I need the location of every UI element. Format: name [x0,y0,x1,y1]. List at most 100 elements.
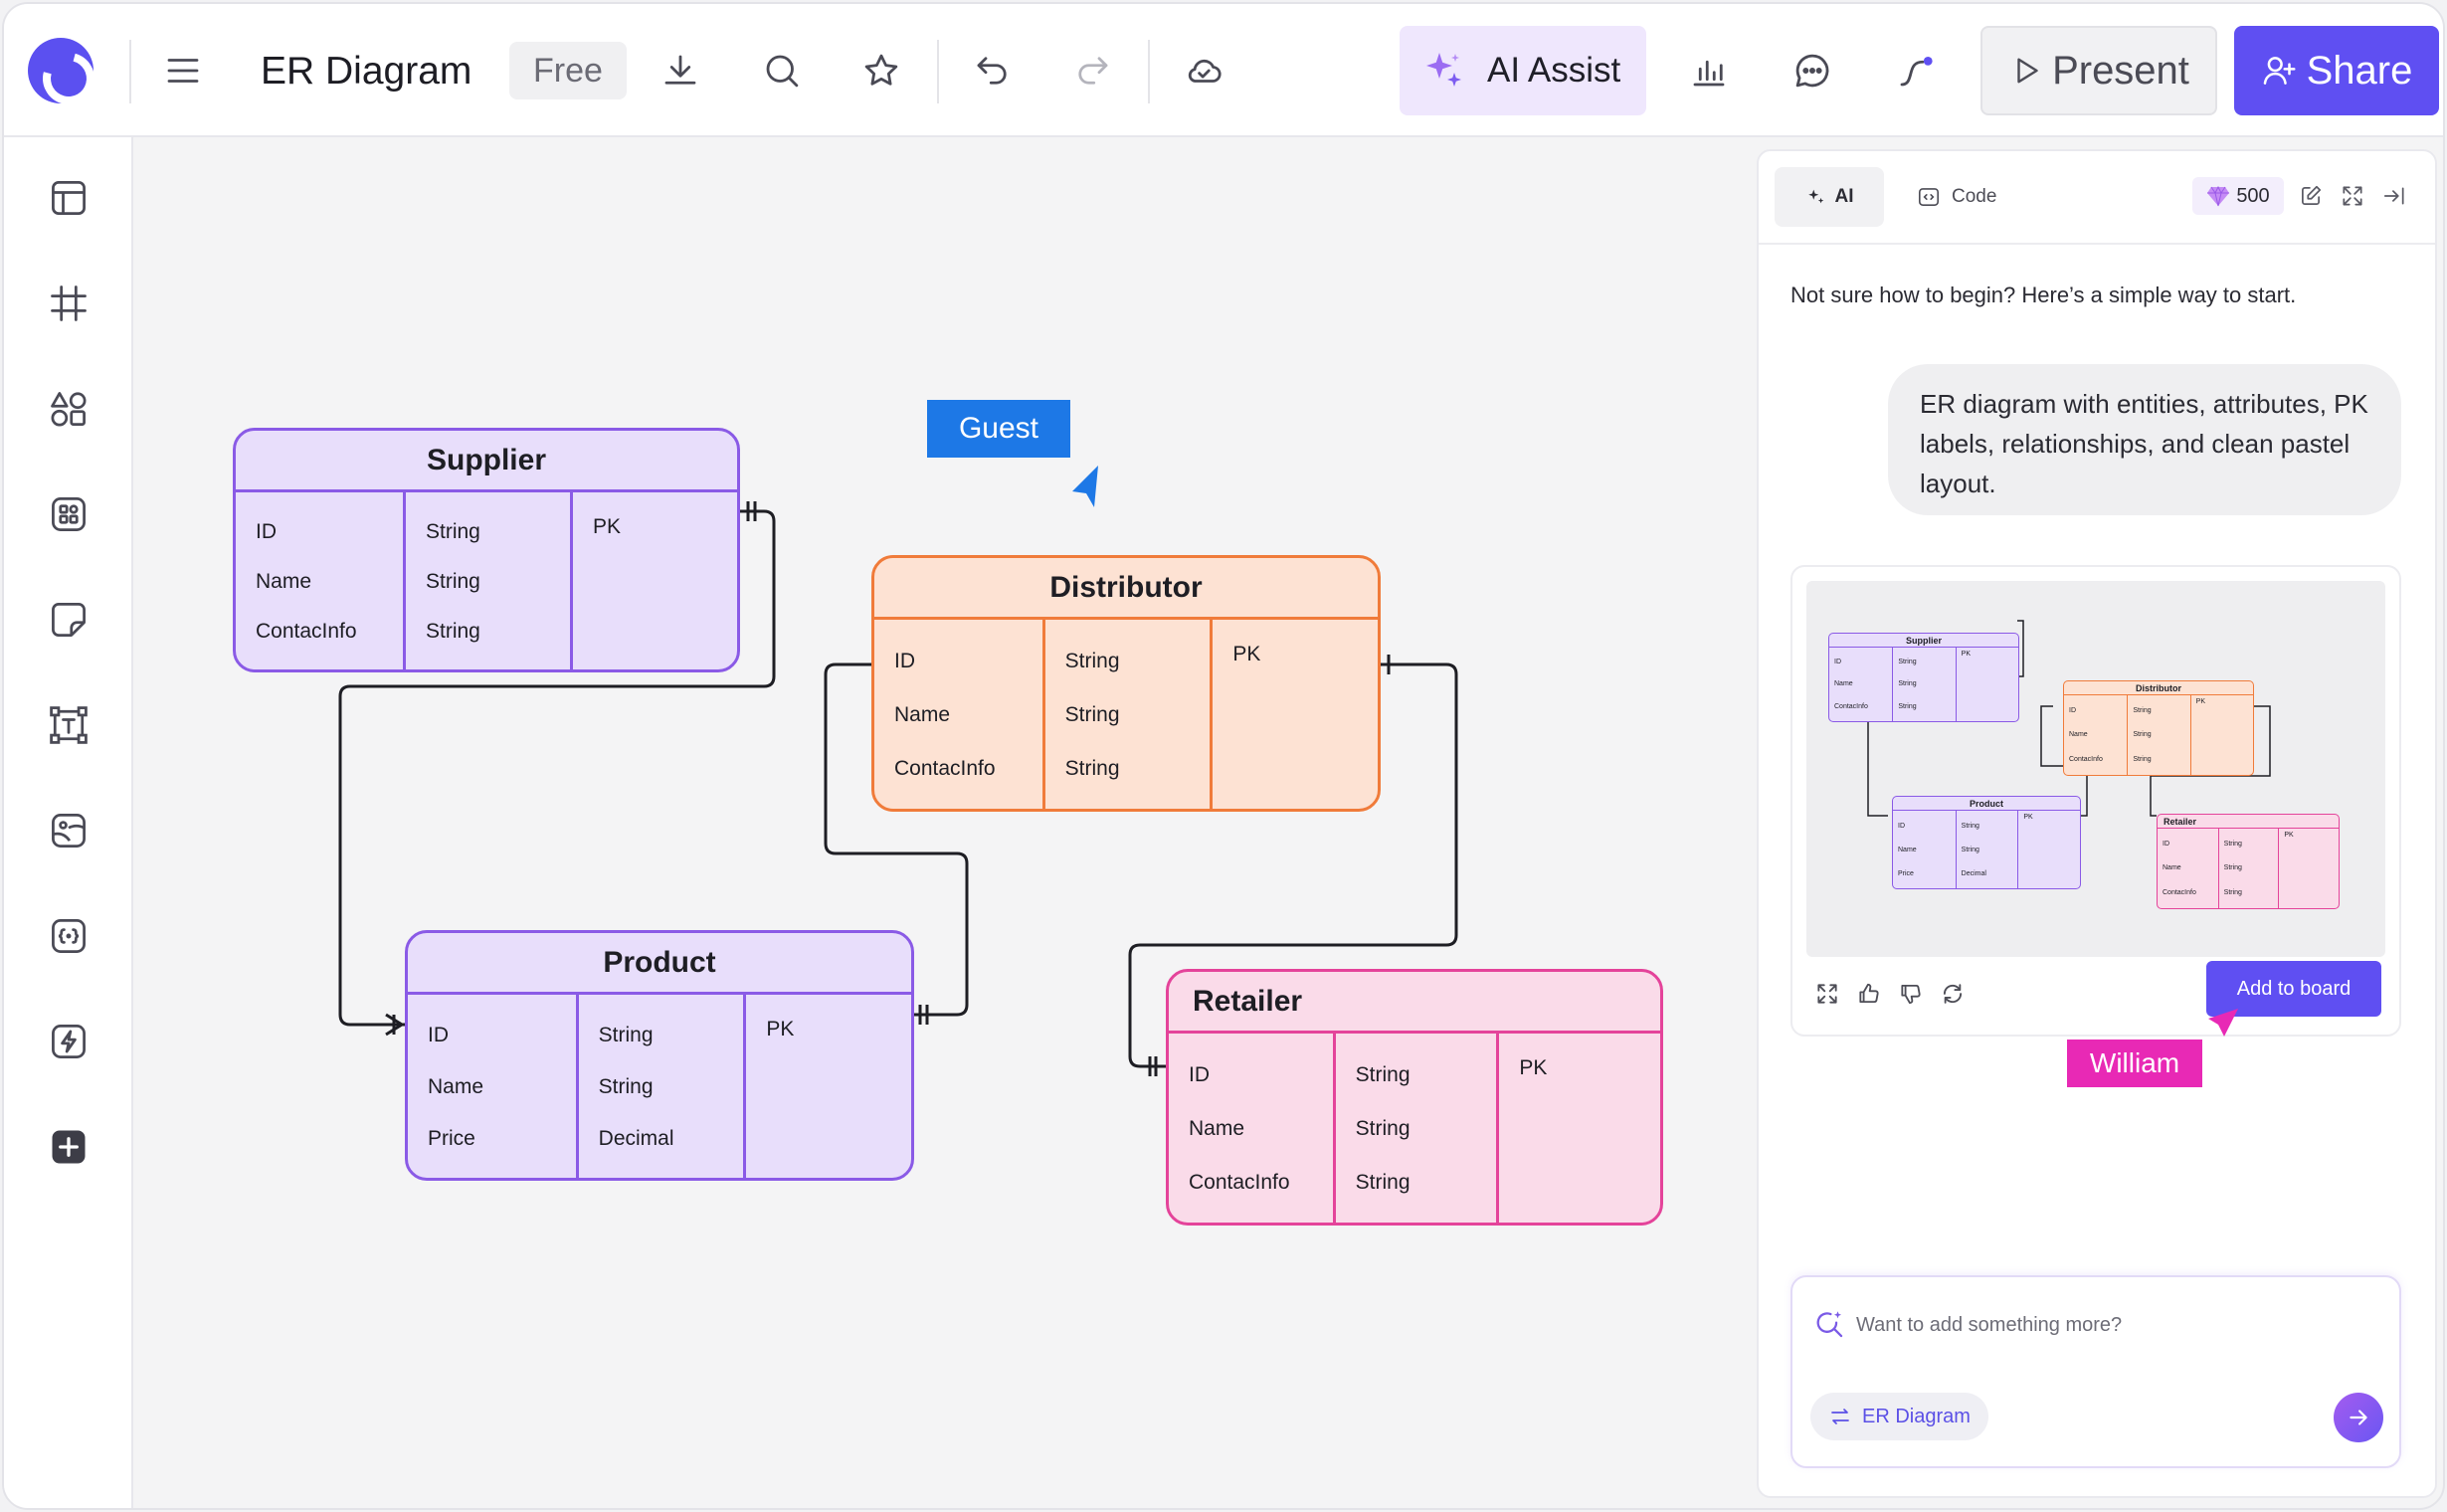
context-chip-label: ER Diagram [1862,1405,1971,1427]
app-logo[interactable] [28,38,94,103]
preview-key: PK [2195,698,2205,705]
primary-key-label: PK [766,1018,795,1040]
preview-type: String [2133,706,2152,714]
entity-supplier[interactable]: Supplier ID Name ContacInfo String Strin… [233,428,740,672]
grid-icon[interactable] [38,273,99,334]
context-chip[interactable]: ER Diagram [1810,1393,1988,1440]
toolbar-divider [129,40,131,103]
attribute-column: ID Name Price [408,995,576,1178]
comment-icon[interactable] [1783,41,1842,100]
expand-icon[interactable] [2336,179,2369,213]
key-column: PK [570,492,737,669]
toolbar-divider [1148,40,1150,103]
chart-icon[interactable] [1679,41,1739,100]
star-icon[interactable] [851,41,911,100]
download-icon[interactable] [651,41,710,100]
search-icon[interactable] [752,41,812,100]
tab-ai[interactable]: AI [1775,167,1884,227]
send-button[interactable] [2334,1393,2383,1442]
layout-icon[interactable] [38,167,99,229]
type-column: String String Decimal [575,995,744,1178]
preview-attribute: ID [2069,706,2076,714]
collapse-panel-icon[interactable] [2377,179,2411,213]
attribute-name: Price [428,1126,475,1150]
attribute-column: ID Name ContacInfo [1169,1034,1333,1223]
preview-entity-product: Product ID Name Price String String Decimal … [1892,796,2081,889]
preview-type: String [1898,703,1917,711]
ai-prompt-input[interactable] [1856,1305,2373,1345]
attribute-type: String [1064,702,1120,726]
attribute-name: Name [256,569,312,593]
text-box-icon[interactable] [38,694,99,756]
attribute-name: ContacInfo [894,756,996,780]
attribute-name: Name [894,702,951,726]
preview-entity-distributor: Distributor ID Name ContacInfo String Strin… [2063,680,2254,776]
present-label: Present [2052,48,2189,93]
gem-icon [2206,185,2230,207]
preview-type: String [1898,658,1917,665]
thumbs-down-icon[interactable] [1894,977,1928,1011]
type-column: String String String [403,492,570,669]
menu-icon[interactable] [153,41,213,100]
credits-badge[interactable]: 500 [2192,177,2284,215]
attribute-type: String [426,569,480,593]
attribute-name: ID [1189,1062,1210,1086]
attribute-type: String [1355,1116,1411,1140]
attribute-type: String [1355,1062,1411,1086]
preview-key: PK [2284,832,2294,839]
attribute-column: ID Name ContacInfo [236,492,403,669]
preview-type: String [1961,846,1979,853]
attribute-name: ID [256,519,277,543]
fullscreen-icon[interactable] [1810,977,1844,1011]
shapes-icon[interactable] [38,378,99,440]
entity-distributor[interactable]: Distributor ID Name ContacInfo String St… [871,555,1381,812]
attribute-type: String [426,519,480,543]
ai-intro-text: Not sure how to begin? Here’s a simple w… [1790,283,2297,307]
credits-count: 500 [2236,184,2270,207]
plus-icon[interactable] [38,1116,99,1178]
preview-type: String [2133,731,2152,739]
preview-entity-retailer: Retailer ID Name ContacInfo String String St… [2157,814,2340,909]
redo-icon[interactable] [1062,41,1122,100]
document-title[interactable]: ER Diagram [261,50,471,94]
edit-icon[interactable] [2294,179,2328,213]
ai-assist-button[interactable]: AI Assist [1400,26,1646,115]
plan-badge[interactable]: Free [509,42,627,99]
preview-attribute: Name [2069,731,2088,739]
sparkle-icon [1805,186,1827,208]
panel-divider [1759,243,2435,245]
code-block-icon[interactable] [38,905,99,967]
william-cursor-icon [2208,1009,2238,1037]
app-window: ER Diagram Free AI Assist Present Share … [2,2,2445,1510]
add-user-icon [2261,52,2299,90]
attribute-name: ContacInfo [1189,1170,1290,1194]
diagram-preview[interactable]: Supplier ID Name ContacInfo String String St… [1806,581,2385,957]
regenerate-icon[interactable] [1936,977,1970,1011]
preview-entity-title: Supplier [1829,634,2018,648]
tab-code[interactable]: Code [1916,167,1996,227]
entity-product[interactable]: Product ID Name Price String String Deci… [405,930,914,1181]
attribute-type: String [598,1023,654,1046]
components-icon[interactable] [38,483,99,545]
entity-retailer[interactable]: Retailer ID Name ContacInfo String Strin… [1166,969,1663,1226]
sticky-note-icon[interactable] [38,589,99,651]
sparkle-icon [1419,47,1467,94]
thumbs-up-icon[interactable] [1852,977,1886,1011]
preview-type: String [2223,889,2242,897]
attribute-type: String [1064,756,1120,780]
preview-type: String [2223,864,2242,872]
diagram-canvas[interactable] [135,139,1757,1508]
attribute-name: ID [894,649,915,672]
share-button[interactable]: Share [2234,26,2439,115]
connector-icon[interactable] [1886,41,1946,100]
lightning-icon[interactable] [38,1011,99,1072]
undo-icon[interactable] [963,41,1023,100]
present-button[interactable]: Present [1980,26,2217,115]
ai-prompt-box: ER Diagram [1790,1275,2401,1468]
image-icon[interactable] [38,800,99,861]
preview-attribute: Price [1898,869,1914,877]
preview-entity-title: Retailer [2158,815,2339,829]
attribute-type: String [1064,649,1120,672]
cloud-sync-icon[interactable] [1174,41,1233,100]
preview-entity-supplier: Supplier ID Name ContacInfo String String St… [1828,633,2019,722]
